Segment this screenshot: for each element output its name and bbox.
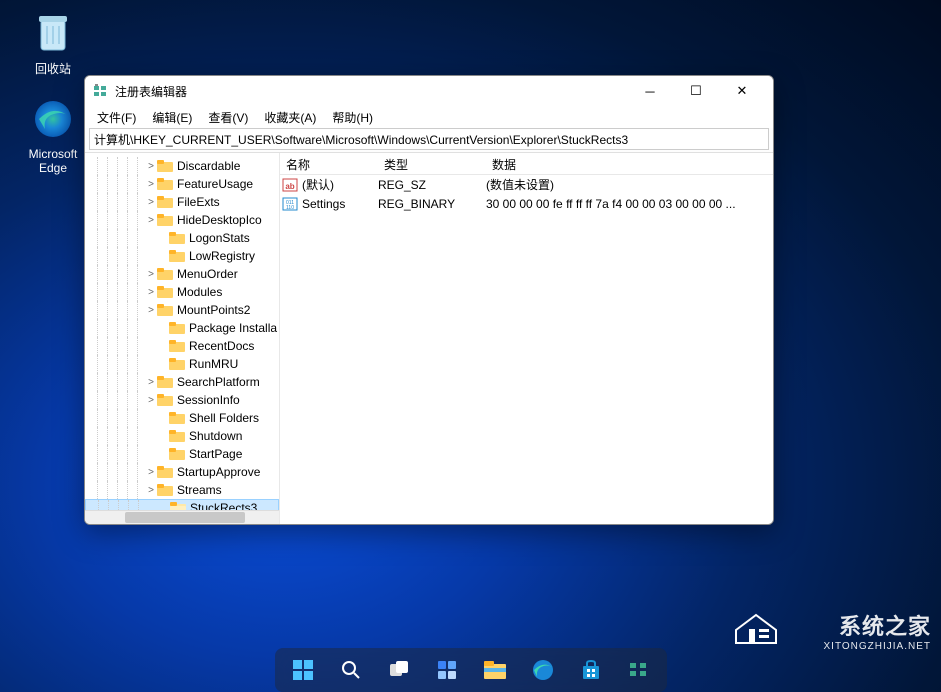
task-edge[interactable] bbox=[523, 652, 563, 688]
registry-editor-window: 注册表编辑器 ─ ☐ ✕ 文件(F) 编辑(E) 查看(V) 收藏夹(A) 帮助… bbox=[84, 75, 774, 525]
tree-label: HideDesktopIco bbox=[177, 213, 262, 227]
tree-label: Shutdown bbox=[189, 429, 242, 443]
desktop-edge[interactable]: Microsoft Edge bbox=[18, 95, 88, 175]
tree-item-shutdown[interactable]: Shutdown bbox=[85, 427, 279, 445]
tree-item-hidedesktopico[interactable]: > HideDesktopIco bbox=[85, 211, 279, 229]
start-button[interactable] bbox=[283, 652, 323, 688]
menubar: 文件(F) 编辑(E) 查看(V) 收藏夹(A) 帮助(H) bbox=[85, 106, 773, 128]
address-bar[interactable]: 计算机\HKEY_CURRENT_USER\Software\Microsoft… bbox=[89, 128, 769, 150]
col-name[interactable]: 名称 bbox=[280, 153, 378, 174]
value-row[interactable]: ab (默认)REG_SZ(数值未设置) bbox=[280, 175, 773, 194]
watermark: 系统之家 XITONGZHIJIA.NET bbox=[824, 609, 932, 652]
tree-item-searchplatform[interactable]: > SearchPlatform bbox=[85, 373, 279, 391]
tree-item-discardable[interactable]: > Discardable bbox=[85, 157, 279, 175]
taskbar[interactable] bbox=[0, 648, 941, 692]
value-name: (默认) bbox=[302, 176, 378, 193]
tree-hscroll[interactable] bbox=[85, 510, 279, 524]
expander-icon[interactable]: > bbox=[145, 179, 157, 190]
maximize-button[interactable]: ☐ bbox=[673, 76, 719, 106]
expander-icon[interactable]: > bbox=[145, 161, 157, 172]
tree-label: StartPage bbox=[189, 447, 242, 461]
value-type: REG_SZ bbox=[378, 178, 486, 192]
tree-label: Discardable bbox=[177, 159, 240, 173]
tree-item-startupapprove[interactable]: > StartupApprove bbox=[85, 463, 279, 481]
tree-label: MountPoints2 bbox=[177, 303, 250, 317]
tree-label: SearchPlatform bbox=[177, 375, 260, 389]
col-type[interactable]: 类型 bbox=[378, 153, 486, 174]
desktop-recycle-bin[interactable]: 回收站 bbox=[18, 8, 88, 77]
search-button[interactable] bbox=[331, 652, 371, 688]
tree-item-streams[interactable]: > Streams bbox=[85, 481, 279, 499]
widgets-button[interactable] bbox=[427, 652, 467, 688]
tree-item-package-installa[interactable]: Package Installa bbox=[85, 319, 279, 337]
tree-item-featureusage[interactable]: > FeatureUsage bbox=[85, 175, 279, 193]
tree-label: RunMRU bbox=[189, 357, 238, 371]
address-text: 计算机\HKEY_CURRENT_USER\Software\Microsoft… bbox=[94, 131, 628, 148]
window-title: 注册表编辑器 bbox=[115, 83, 627, 100]
menu-help[interactable]: 帮助(H) bbox=[324, 107, 381, 128]
value-name: Settings bbox=[302, 197, 378, 211]
titlebar[interactable]: 注册表编辑器 ─ ☐ ✕ bbox=[85, 76, 773, 106]
recycle-bin-label: 回收站 bbox=[18, 60, 88, 77]
expander-icon[interactable]: > bbox=[145, 287, 157, 298]
value-type: REG_BINARY bbox=[378, 197, 486, 211]
tree-label: MenuOrder bbox=[177, 267, 238, 281]
tree-label: RecentDocs bbox=[189, 339, 254, 353]
tree-item-logonstats[interactable]: LogonStats bbox=[85, 229, 279, 247]
list-header: 名称 类型 数据 bbox=[280, 153, 773, 175]
menu-file[interactable]: 文件(F) bbox=[89, 107, 144, 128]
tree-item-mountpoints2[interactable]: > MountPoints2 bbox=[85, 301, 279, 319]
menu-view[interactable]: 查看(V) bbox=[200, 107, 256, 128]
expander-icon[interactable]: > bbox=[145, 269, 157, 280]
tree-item-sessioninfo[interactable]: > SessionInfo bbox=[85, 391, 279, 409]
task-explorer[interactable] bbox=[475, 652, 515, 688]
tree-item-runmru[interactable]: RunMRU bbox=[85, 355, 279, 373]
value-data: (数值未设置) bbox=[486, 176, 773, 193]
tree-label: Modules bbox=[177, 285, 222, 299]
recycle-bin-icon bbox=[29, 8, 77, 56]
tree-item-modules[interactable]: > Modules bbox=[85, 283, 279, 301]
edge-icon bbox=[29, 95, 77, 143]
task-store[interactable] bbox=[571, 652, 611, 688]
expander-icon[interactable]: > bbox=[145, 305, 157, 316]
task-regedit[interactable] bbox=[619, 652, 659, 688]
expander-icon[interactable]: > bbox=[145, 215, 157, 226]
tree-label: FileExts bbox=[177, 195, 220, 209]
tree-label: Streams bbox=[177, 483, 222, 497]
tree-hscroll-thumb[interactable] bbox=[125, 512, 245, 523]
expander-icon[interactable]: > bbox=[145, 395, 157, 406]
value-row[interactable]: 011110SettingsREG_BINARY30 00 00 00 fe f… bbox=[280, 194, 773, 213]
tree-item-menuorder[interactable]: > MenuOrder bbox=[85, 265, 279, 283]
tree-label: StartupApprove bbox=[177, 465, 260, 479]
minimize-button[interactable]: ─ bbox=[627, 76, 673, 106]
tree-item-recentdocs[interactable]: RecentDocs bbox=[85, 337, 279, 355]
menu-edit[interactable]: 编辑(E) bbox=[144, 107, 200, 128]
expander-icon[interactable]: > bbox=[145, 197, 157, 208]
tree-item-fileexts[interactable]: > FileExts bbox=[85, 193, 279, 211]
watermark-name: 系统之家 bbox=[824, 609, 932, 641]
tree-label: Package Installa bbox=[189, 321, 277, 335]
expander-icon[interactable]: > bbox=[145, 377, 157, 388]
value-data: 30 00 00 00 fe ff ff ff 7a f4 00 00 03 0… bbox=[486, 197, 773, 211]
tree-item-startpage[interactable]: StartPage bbox=[85, 445, 279, 463]
app-icon bbox=[93, 83, 109, 99]
expander-icon[interactable]: > bbox=[145, 485, 157, 496]
edge-label: Microsoft Edge bbox=[18, 147, 88, 175]
tree-label: FeatureUsage bbox=[177, 177, 253, 191]
tree-label: LogonStats bbox=[189, 231, 250, 245]
tree-item-shell-folders[interactable]: Shell Folders bbox=[85, 409, 279, 427]
value-list-panel[interactable]: 名称 类型 数据 ab(默认)REG_SZ(数值未设置)011110Settin… bbox=[280, 153, 773, 524]
svg-text:ab: ab bbox=[285, 182, 294, 191]
tree-label: SessionInfo bbox=[177, 393, 240, 407]
col-data[interactable]: 数据 bbox=[486, 153, 773, 174]
tree-label: LowRegistry bbox=[189, 249, 255, 263]
tree-panel[interactable]: > Discardable > FeatureUsage > FileExts > HideD… bbox=[85, 153, 280, 524]
menu-favorites[interactable]: 收藏夹(A) bbox=[256, 107, 324, 128]
taskview-button[interactable] bbox=[379, 652, 419, 688]
close-button[interactable]: ✕ bbox=[719, 76, 765, 106]
expander-icon[interactable]: > bbox=[145, 467, 157, 478]
tree-label: Shell Folders bbox=[189, 411, 259, 425]
svg-text:110: 110 bbox=[286, 205, 294, 211]
tree-item-lowregistry[interactable]: LowRegistry bbox=[85, 247, 279, 265]
